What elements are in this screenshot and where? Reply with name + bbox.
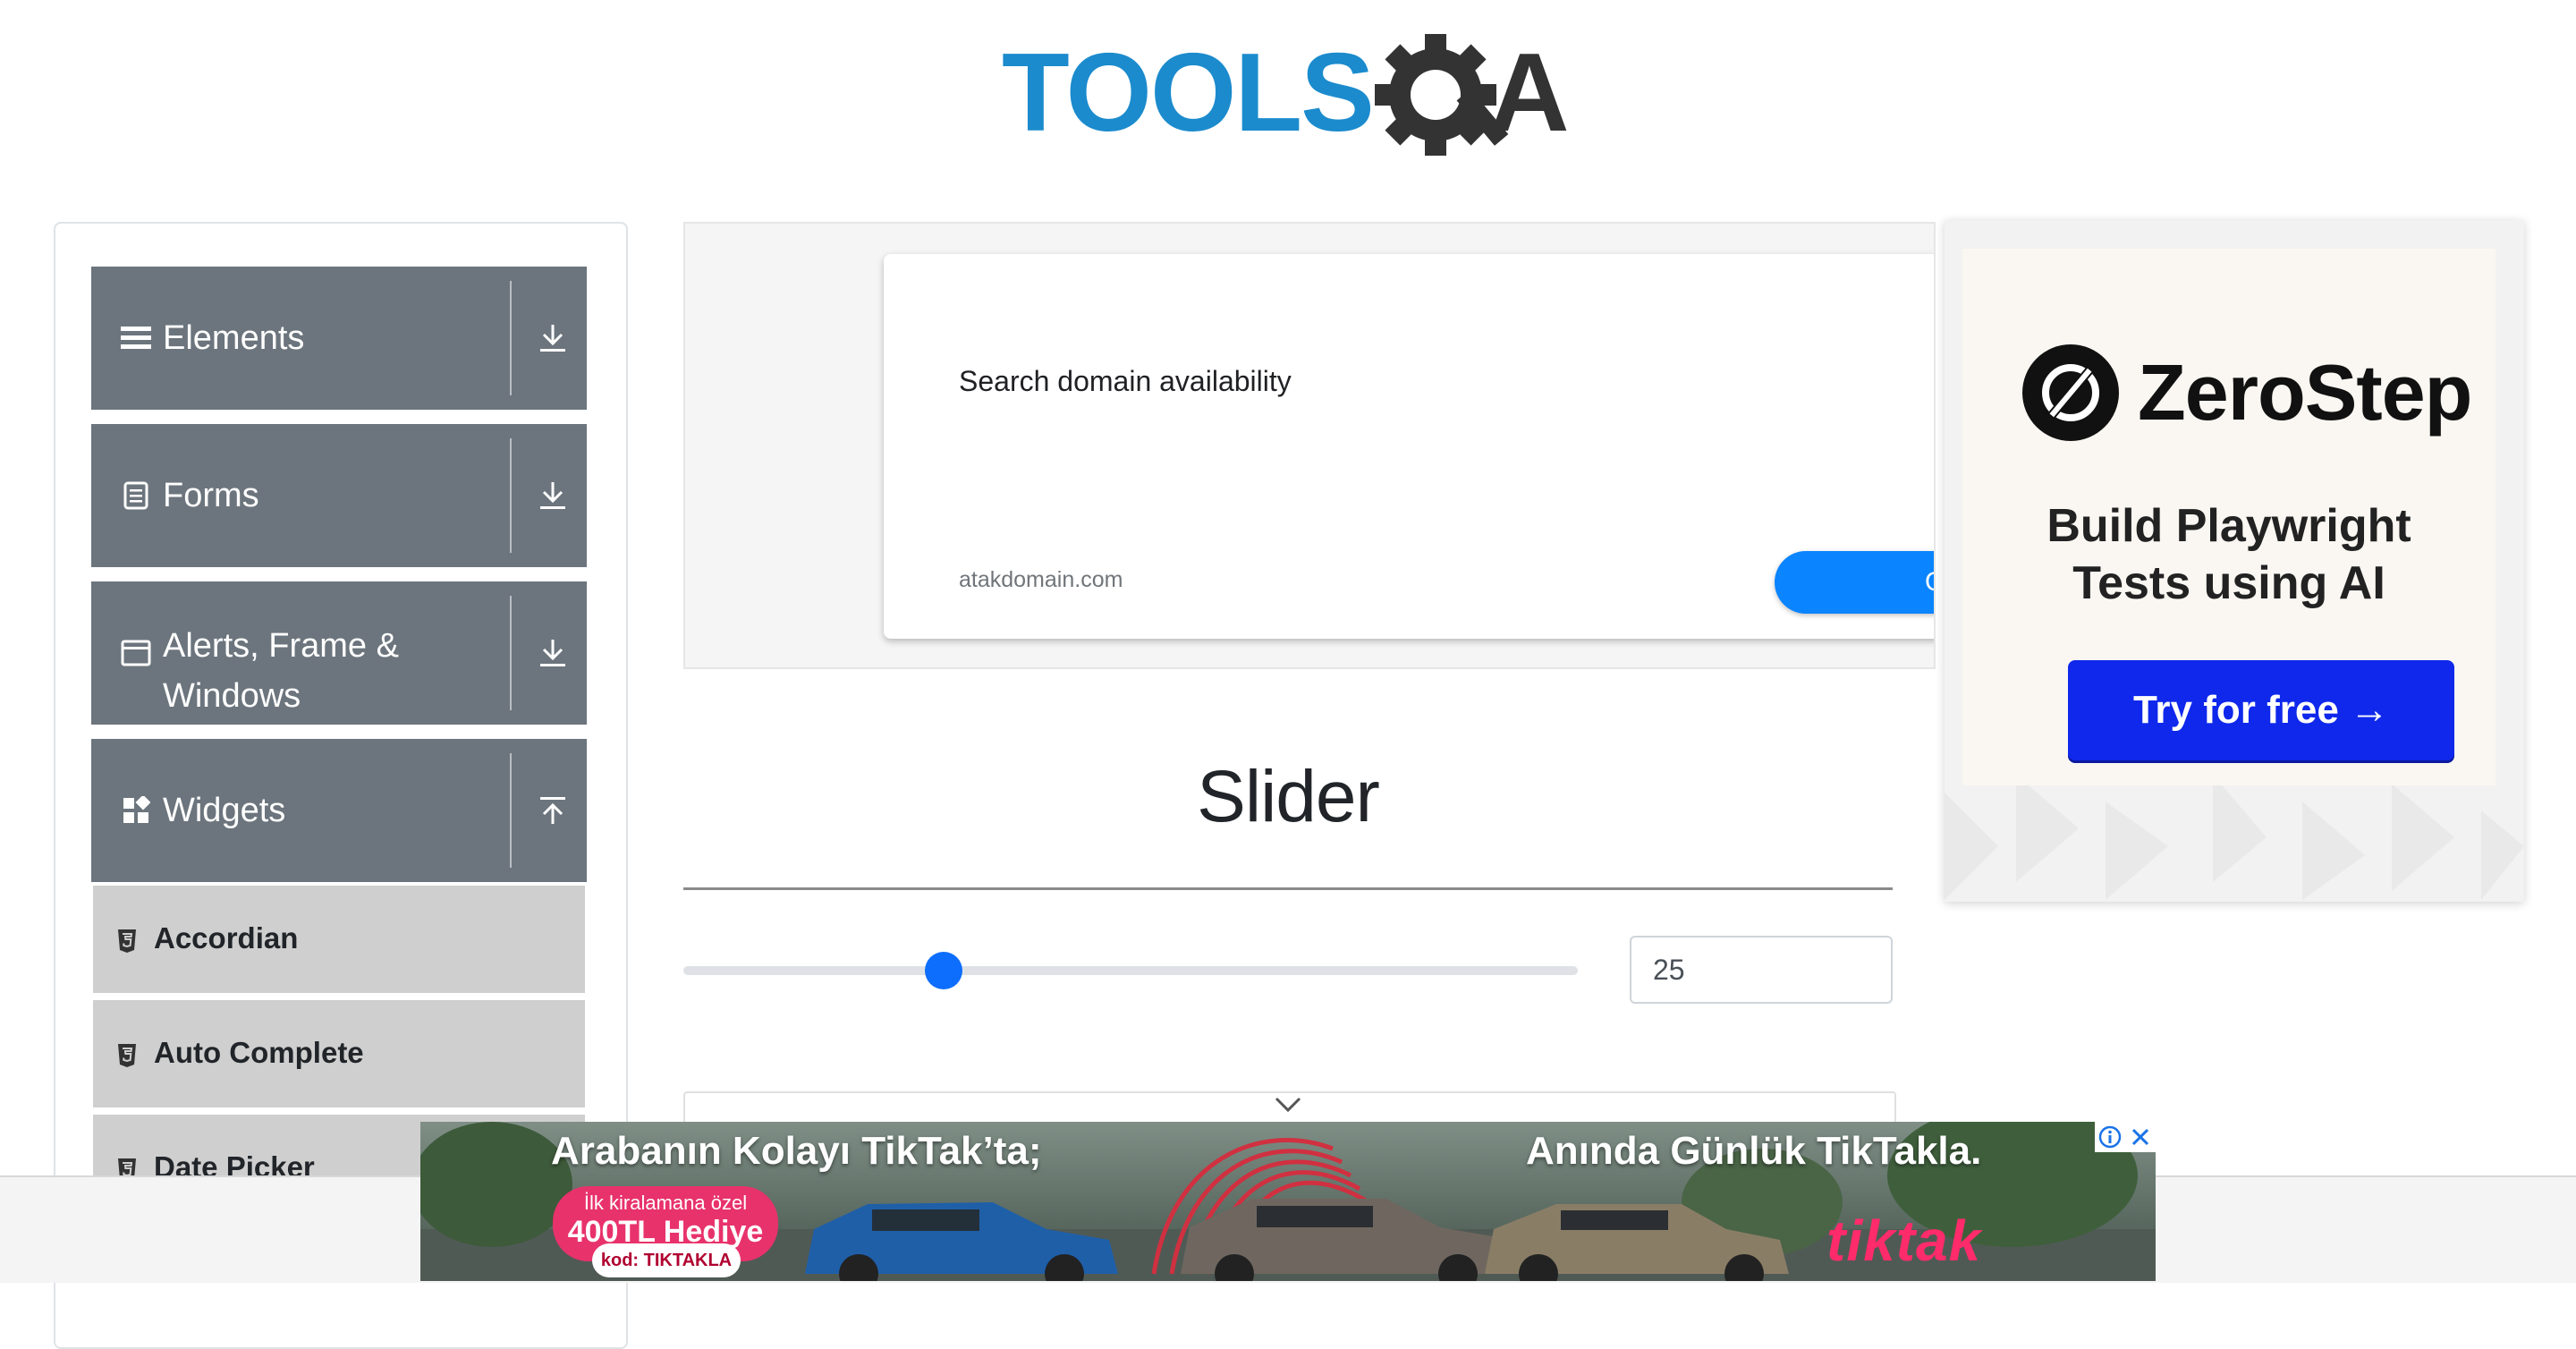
sidebar-item-label: Auto Complete [154, 1036, 364, 1069]
sidebar-group-widgets[interactable]: Widgets [91, 739, 587, 882]
ad-card: ZeroStep Build Playwright Tests using AI… [1962, 249, 2496, 785]
chevron-down-icon[interactable] [1274, 1095, 1302, 1115]
ad-tagline-line1: Build Playwright [2046, 500, 2411, 552]
ad-tagline: Build Playwright Tests using AI [1962, 497, 2496, 612]
sidebar-item-auto-complete[interactable]: Auto Complete [93, 1000, 585, 1111]
sidebar-group-label: Widgets [163, 792, 286, 829]
tiktak-bottom-ad[interactable]: Arabanın Kolayı TikTak’ta; Anında Günlük… [420, 1122, 2156, 1281]
sidebar-group-elements[interactable]: Elements [91, 267, 587, 410]
window-icon [120, 637, 152, 669]
download-icon[interactable] [535, 478, 571, 513]
download-icon[interactable] [535, 635, 571, 671]
ad-brand: tiktak [1826, 1209, 1982, 1273]
ad-tagline-line2: Tests using AI [2072, 557, 2385, 609]
try-for-free-button[interactable]: Try for free → [2068, 660, 2454, 760]
html5-icon [116, 1043, 140, 1070]
divider [510, 281, 512, 395]
ad-info-icon[interactable] [2095, 1122, 2125, 1152]
slider-thumb[interactable] [925, 952, 962, 989]
ad-promo-code: kod: TIKTAKLA [592, 1243, 741, 1277]
document-icon [120, 479, 152, 512]
download-icon[interactable] [535, 320, 571, 356]
hamburger-icon [120, 322, 152, 354]
html5-icon [116, 929, 140, 955]
divider [510, 596, 512, 710]
sidebar-group-forms[interactable]: Forms [91, 424, 587, 567]
page-title: Slider [1197, 756, 1380, 837]
widgets-icon [120, 794, 152, 827]
ad-open-button[interactable]: Open [1775, 551, 1934, 614]
ad-badge-small-text: İlk kiralamana özel [583, 1192, 748, 1214]
ad-headline-left: Arabanın Kolayı TikTak’ta; [551, 1129, 1042, 1173]
divider [683, 887, 1893, 890]
slider-value-field[interactable]: 25 [1630, 936, 1893, 1004]
sidebar-group-alerts-frame-windows[interactable]: Alerts, Frame & Windows [91, 581, 587, 725]
ad-domain: atakdomain.com [959, 567, 1123, 592]
divider [510, 753, 512, 868]
svg-text:A: A [1489, 31, 1570, 155]
zerostep-logo-icon [2022, 344, 2119, 441]
svg-text:TOOLS: TOOLS [1002, 31, 1373, 155]
sidebar-group-label: Forms [163, 477, 259, 514]
divider [510, 438, 512, 553]
sidebar-group-label: Alerts, Frame & [163, 627, 399, 665]
zerostep-ad[interactable]: ZeroStep Build Playwright Tests using AI… [1945, 220, 2524, 902]
sidebar-group-label-line2: Windows [163, 677, 301, 715]
toolsqa-logo[interactable]: TOOLS A [1002, 25, 1583, 168]
sidebar-item-label: Accordian [154, 921, 299, 954]
sidebar-group-label: Elements [163, 319, 305, 357]
sidebar-item-accordian[interactable]: Accordian [93, 886, 585, 997]
ad-title: Search domain availability [959, 365, 1292, 397]
ad-card[interactable]: Search domain availability atakdomain.co… [884, 254, 1934, 639]
ad-brand: ZeroStep [2138, 348, 2472, 437]
top-banner-ad: Search domain availability atakdomain.co… [683, 222, 1936, 669]
ad-close-icon[interactable] [2125, 1122, 2156, 1152]
upload-icon[interactable] [535, 793, 571, 828]
range-slider[interactable] [683, 966, 1578, 975]
ad-headline-right: Anında Günlük TikTakla. [1526, 1129, 1982, 1173]
